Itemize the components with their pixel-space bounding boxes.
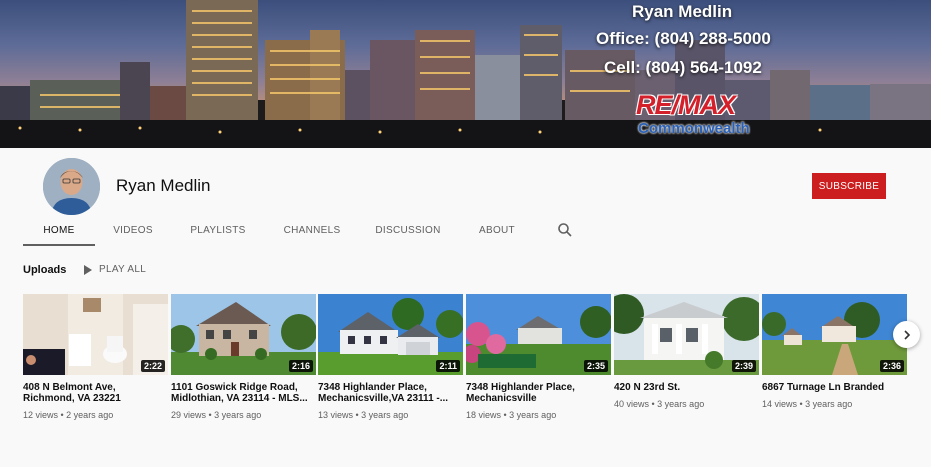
video-card[interactable]: 2:22 408 N Belmont Ave, Richmond, VA 232…	[23, 294, 168, 420]
tab-discussion[interactable]: DISCUSSION	[371, 218, 445, 246]
tab-playlists[interactable]: PLAYLISTS	[183, 218, 253, 246]
video-card[interactable]: 2:35 7348 Highlander Place, Mechanicsvil…	[466, 294, 611, 420]
video-card[interactable]: 2:16 1101 Goswick Ridge Road, Midlothian…	[171, 294, 316, 420]
video-views: 40 views	[614, 399, 650, 409]
video-card[interactable]: 2:39 420 N 23rd St. 40 views • 3 years a…	[614, 294, 759, 409]
video-title[interactable]: 1101 Goswick Ridge Road, Midlothian, VA …	[171, 382, 316, 404]
video-meta: 14 views • 3 years ago	[762, 399, 853, 409]
video-title[interactable]: 420 N 23rd St.	[614, 382, 759, 393]
tab-about[interactable]: ABOUT	[469, 218, 525, 246]
video-views: 14 views	[762, 399, 798, 409]
banner-cell-phone: Cell: (804) 564-1092	[604, 58, 762, 77]
video-title[interactable]: 7348 Highlander Place, Mechanicsville,VA…	[318, 382, 463, 404]
channel-banner: Ryan Medlin Office: (804) 288-5000 Cell:…	[0, 0, 931, 148]
tab-videos[interactable]: VIDEOS	[103, 218, 163, 246]
uploads-heading[interactable]: Uploads	[23, 264, 66, 276]
video-age: 3 years ago	[509, 410, 557, 420]
channel-header: Ryan Medlin SUBSCRIBE HOME VIDEOS PLAYLI…	[0, 148, 931, 246]
video-age: 3 years ago	[214, 410, 262, 420]
video-meta: 18 views • 3 years ago	[466, 410, 557, 420]
video-thumbnail[interactable]: 2:22	[23, 294, 168, 375]
play-all-label: PLAY ALL	[99, 264, 147, 275]
video-views: 13 views	[318, 410, 354, 420]
video-thumbnail[interactable]: 2:39	[614, 294, 759, 375]
tab-channels[interactable]: CHANNELS	[275, 218, 349, 246]
video-duration: 2:39	[731, 360, 756, 372]
video-meta: 40 views • 3 years ago	[614, 399, 705, 409]
video-duration: 2:35	[583, 360, 608, 372]
video-meta: 13 views • 3 years ago	[318, 410, 409, 420]
video-views: 18 views	[466, 410, 502, 420]
remax-logo-subtext: Commonwealth	[638, 120, 750, 137]
video-card[interactable]: 2:11 7348 Highlander Place, Mechanicsvil…	[318, 294, 463, 420]
video-meta: 12 views • 2 years ago	[23, 410, 114, 420]
video-title[interactable]: 7348 Highlander Place, Mechanicsville	[466, 382, 611, 404]
play-all-button[interactable]: PLAY ALL	[84, 264, 146, 275]
city-skyline-image	[0, 0, 931, 148]
video-duration: 2:16	[288, 360, 313, 372]
video-thumbnail[interactable]: 2:36	[762, 294, 907, 375]
video-age: 3 years ago	[805, 399, 853, 409]
video-age: 2 years ago	[66, 410, 114, 420]
subscribe-button[interactable]: SUBSCRIBE	[812, 173, 886, 199]
video-duration: 2:22	[140, 360, 165, 372]
avatar[interactable]	[43, 158, 100, 215]
video-thumbnail[interactable]: 2:35	[466, 294, 611, 375]
video-duration: 2:36	[879, 360, 904, 372]
video-meta: 29 views • 3 years ago	[171, 410, 262, 420]
banner-agent-name: Ryan Medlin	[632, 2, 733, 21]
video-card[interactable]: 2:36 6867 Turnage Ln Branded 14 views • …	[762, 294, 907, 409]
video-views: 12 views	[23, 410, 59, 420]
channel-name: Ryan Medlin	[116, 176, 211, 195]
remax-logo-text: RE/MAX	[636, 90, 736, 120]
banner-office-phone: Office: (804) 288-5000	[596, 29, 771, 48]
video-age: 3 years ago	[361, 410, 409, 420]
video-thumbnail[interactable]: 2:11	[318, 294, 463, 375]
video-title[interactable]: 6867 Turnage Ln Branded	[762, 382, 907, 393]
video-title[interactable]: 408 N Belmont Ave, Richmond, VA 23221	[23, 382, 168, 404]
tab-home[interactable]: HOME	[23, 218, 95, 246]
shelf-next-button[interactable]	[893, 321, 920, 348]
video-duration: 2:11	[436, 360, 460, 372]
chevron-right-icon	[903, 329, 910, 340]
video-views: 29 views	[171, 410, 207, 420]
remax-logo: RE/MAX Commonwealth	[636, 90, 750, 138]
video-age: 3 years ago	[657, 399, 705, 409]
video-thumbnail[interactable]: 2:16	[171, 294, 316, 375]
search-icon[interactable]	[557, 222, 573, 238]
play-icon	[84, 264, 92, 275]
